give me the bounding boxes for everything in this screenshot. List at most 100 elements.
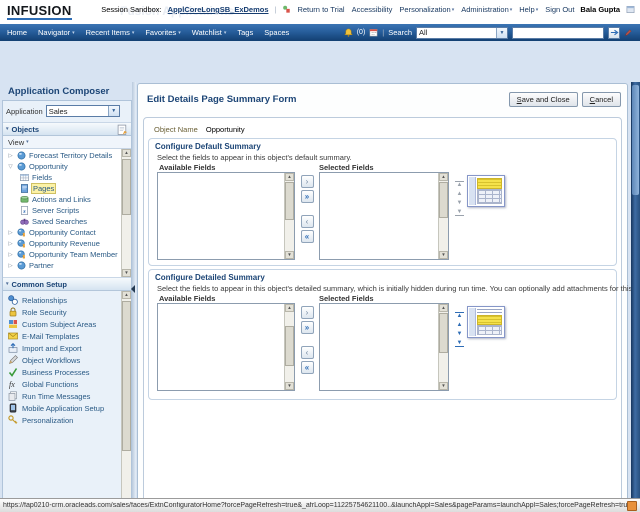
move-selected-button[interactable]: › [300,175,314,188]
collapse-pane-icon[interactable] [131,285,135,293]
scroll-down-icon[interactable]: ▼ [285,251,294,259]
global-link[interactable]: Return to Trial [297,5,344,14]
tree-item[interactable]: Actions and Links [3,194,122,205]
common-setup-item[interactable]: Custom Subject Areas [3,318,122,330]
selected-fields-listbox[interactable]: ▲ ▼ [319,172,449,260]
expand-icon[interactable]: ▷ [7,230,14,236]
tree-item[interactable]: Fields [3,172,122,183]
move-down-button[interactable]: ▼ [455,331,464,337]
menu-item[interactable]: Recent Items ▾ [86,28,135,37]
tree-item[interactable]: Saved Searches [3,216,122,227]
common-setup-item[interactable]: Import and Export [3,342,122,354]
menu-item[interactable]: Favorites ▾ [145,28,180,37]
panel-splitter[interactable] [131,82,136,512]
global-link[interactable]: Help ▾ [519,5,538,14]
common-setup-item[interactable]: Global Functions [3,378,122,390]
move-bottom-button[interactable]: ▼ [455,209,464,216]
listbox-scrollbar[interactable]: ▲ ▼ [438,304,448,390]
available-fields-listbox[interactable]: ▲ ▼ [157,303,295,391]
scroll-up-icon[interactable]: ▲ [285,304,294,312]
tree-item[interactable]: ▽ Opportunity [3,161,122,172]
common-setup-item[interactable]: Mobile Application Setup [3,402,122,414]
listbox-scrollbar[interactable]: ▲ ▼ [284,304,294,390]
bell-icon[interactable] [344,28,353,37]
move-up-button[interactable]: ▲ [455,322,464,328]
scroll-thumb[interactable] [122,301,131,451]
scroll-down-icon[interactable]: ▼ [285,382,294,390]
advanced-search-icon[interactable] [624,28,633,37]
tree-item[interactable]: Pages [3,183,122,194]
move-top-button[interactable]: ▲ [455,181,464,188]
tree-item[interactable]: ▷ Opportunity Revenue [3,238,122,249]
search-go-button[interactable] [608,26,620,39]
listbox-scrollbar[interactable]: ▲ ▼ [284,173,294,259]
tree-item[interactable]: ▷ Forecast Territory Details [3,150,122,161]
common-setup-item[interactable]: Relationships [3,294,122,306]
menu-item[interactable]: Tags [237,28,253,37]
common-setup-scrollbar[interactable]: ▲ ▼ [121,291,131,512]
scroll-thumb[interactable] [285,326,294,366]
scroll-thumb[interactable] [285,182,294,220]
objects-accordion-header[interactable]: ▾ Objects [3,122,131,136]
calendar-icon[interactable] [369,28,378,37]
expand-icon[interactable]: ▷ [7,241,14,247]
global-link[interactable]: Sign Out [545,5,574,14]
tree-item[interactable]: Server Scripts [3,205,122,216]
common-setup-accordion-header[interactable]: ▾ Common Setup [3,277,131,291]
remove-selected-button[interactable]: ‹ [300,215,314,228]
scroll-up-icon[interactable]: ▲ [439,173,448,181]
session-sandbox-link[interactable]: ApplCoreLongSB_ExDemos [168,5,269,14]
search-input[interactable] [512,26,604,39]
available-fields-listbox[interactable]: ▲ ▼ [157,172,295,260]
expand-icon[interactable]: ▷ [7,153,14,159]
common-setup-item[interactable]: Role Security [3,306,122,318]
new-object-icon[interactable] [117,124,128,135]
move-top-button[interactable]: ▲ [455,312,464,319]
move-selected-button[interactable]: › [300,306,314,319]
scroll-down-icon[interactable]: ▼ [439,251,448,259]
selected-fields-listbox[interactable]: ▲ ▼ [319,303,449,391]
scroll-thumb[interactable] [122,159,131,215]
global-link[interactable]: Accessibility [352,5,393,14]
cancel-button[interactable]: Cancel [581,92,621,107]
scroll-down-icon[interactable]: ▼ [439,382,448,390]
scroll-up-icon[interactable]: ▲ [122,291,131,299]
remove-all-button[interactable]: « [300,230,314,243]
move-bottom-button[interactable]: ▼ [455,340,464,347]
window-icon[interactable] [626,5,635,14]
search-scope-select[interactable]: All ▼ [416,26,508,39]
global-link[interactable]: Personalization ▾ [399,5,454,14]
expand-icon[interactable]: ▷ [7,263,14,269]
move-all-button[interactable]: » [300,321,314,334]
common-setup-item[interactable]: E-Mail Templates [3,330,122,342]
scroll-thumb[interactable] [632,85,639,195]
scroll-down-icon[interactable]: ▼ [122,269,131,277]
remove-selected-button[interactable]: ‹ [300,346,314,359]
scroll-thumb[interactable] [439,313,448,353]
tree-item[interactable]: ▷ Partner [3,260,122,271]
move-down-button[interactable]: ▼ [455,200,464,206]
menu-item[interactable]: Navigator ▾ [38,28,75,37]
common-setup-item[interactable]: Run Time Messages [3,390,122,402]
common-setup-item[interactable]: Object Workflows [3,354,122,366]
menu-item[interactable]: Spaces [264,28,289,37]
view-menu[interactable]: View ▾ [3,136,131,149]
remove-all-button[interactable]: « [300,361,314,374]
common-setup-item[interactable]: Business Processes [3,366,122,378]
tree-scrollbar[interactable]: ▲ ▼ [121,149,131,277]
tree-item[interactable]: ▷ Opportunity Team Member [3,249,122,260]
global-link[interactable]: Administration ▾ [461,5,512,14]
scroll-up-icon[interactable]: ▲ [285,173,294,181]
menu-item[interactable]: Home [7,28,27,37]
move-all-button[interactable]: » [300,190,314,203]
application-select[interactable]: Sales ▼ [45,105,120,117]
scroll-up-icon[interactable]: ▲ [439,304,448,312]
scroll-up-icon[interactable]: ▲ [122,149,131,157]
menu-item[interactable]: Watchlist ▾ [192,28,227,37]
browser-scrollbar[interactable] [631,82,640,512]
move-up-button[interactable]: ▲ [455,191,464,197]
common-setup-item[interactable]: Personalization [3,414,122,426]
expand-icon[interactable]: ▷ [7,252,14,258]
expand-icon[interactable]: ▽ [7,164,14,170]
save-and-close-button[interactable]: Save and Close [508,92,578,107]
